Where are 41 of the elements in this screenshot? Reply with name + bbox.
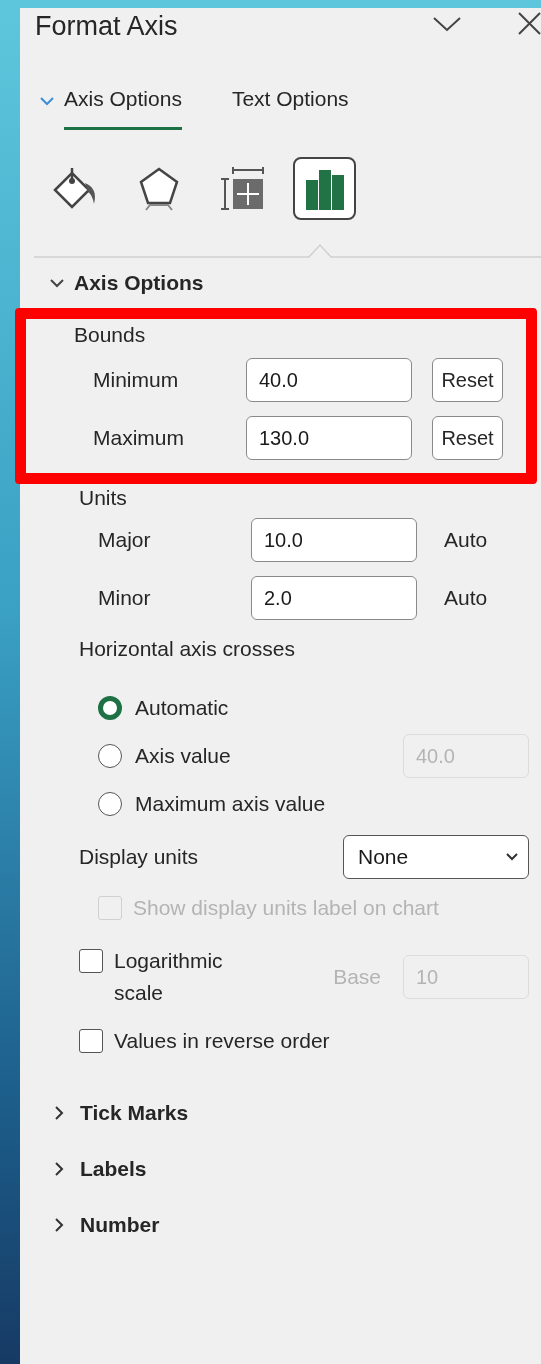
reset-button[interactable]: Reset — [432, 358, 503, 402]
column-chart-icon — [303, 167, 346, 210]
group-label: Bounds — [74, 323, 146, 347]
checkbox-label: Logarithmic scale — [114, 948, 224, 1006]
section-title: Number — [80, 1213, 160, 1237]
auto-label: Auto — [444, 586, 488, 610]
base-label: Base — [333, 965, 381, 989]
reset-button[interactable]: Reset — [432, 416, 503, 460]
section-title: Axis Options — [74, 271, 204, 295]
number-field[interactable]: 2.0 — [251, 576, 417, 620]
number-field[interactable]: 10.0 — [251, 518, 417, 562]
section-title: Labels — [80, 1157, 147, 1181]
tab[interactable]: Text Options — [231, 71, 349, 130]
size-properties-icon — [218, 165, 265, 212]
radio-label: Maximum axis value — [135, 792, 326, 816]
tab[interactable]: Axis Options — [64, 71, 182, 130]
checkbox[interactable] — [79, 1029, 103, 1053]
auto-label: Auto — [444, 528, 488, 552]
field-label: Display units — [79, 845, 199, 869]
radio-button[interactable] — [98, 696, 122, 720]
radio-label: Axis value — [135, 744, 231, 768]
radio-button[interactable] — [98, 744, 122, 768]
field-label: Minor — [97, 586, 152, 610]
display-units-dropdown[interactable]: None — [343, 835, 529, 879]
number-field[interactable]: 130.0 — [246, 416, 412, 460]
radio-button[interactable] — [98, 792, 122, 816]
group-label: Units — [79, 485, 127, 510]
panel-title: Format Axis — [35, 11, 178, 42]
number-field[interactable]: 40.0 — [246, 358, 412, 402]
section-title: Tick Marks — [80, 1101, 189, 1125]
field-label: Minimum — [92, 368, 180, 392]
checkbox-label: Show display units label on chart — [133, 896, 439, 920]
caret-icon — [506, 853, 518, 861]
icon-tab[interactable] — [293, 157, 356, 220]
checkbox[interactable] — [79, 949, 103, 973]
field-label: Major — [97, 528, 152, 552]
checkbox-label: Values in reverse order — [114, 1029, 330, 1053]
pentagon-icon — [137, 165, 180, 212]
group-label: Horizontal axis crosses — [79, 637, 295, 661]
field-label: Maximum — [92, 426, 185, 450]
radio-label: Automatic — [135, 696, 229, 720]
